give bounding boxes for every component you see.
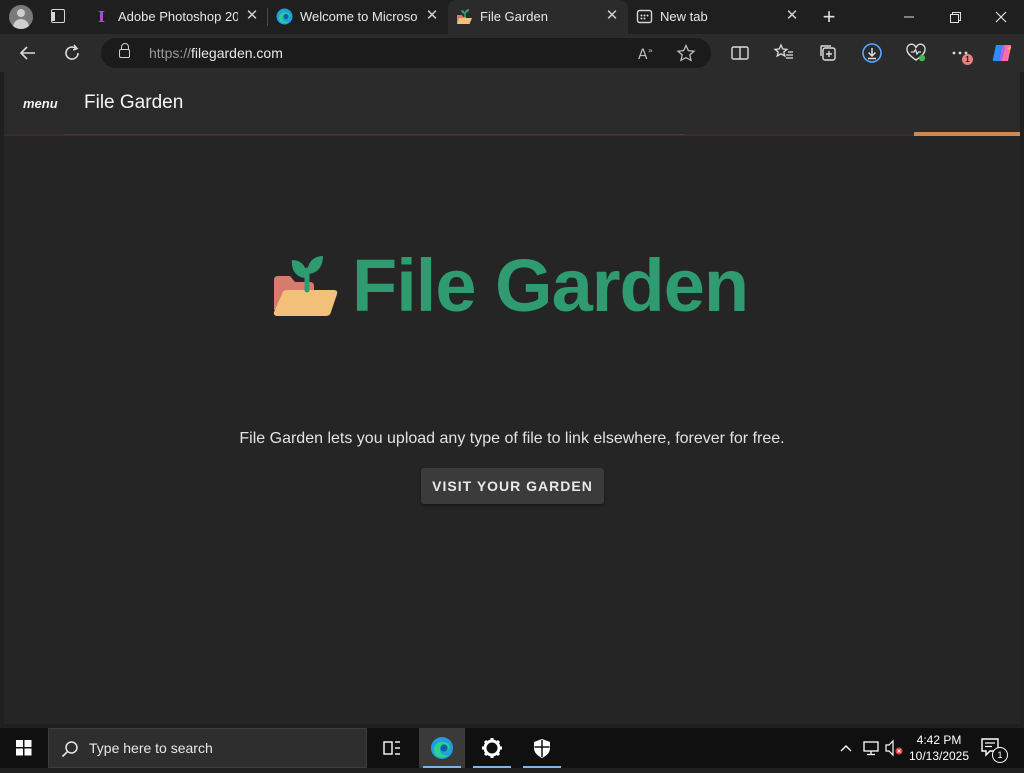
tab-microsoft[interactable]: Welcome to Microsoft ✕ [268,0,448,34]
header-divider [4,134,1020,136]
windows-taskbar: Type here to search 4:42 PM 10/13/2025 1 [0,728,1024,768]
edge-icon [431,737,453,759]
logo-wordmark: File Garden [352,244,749,327]
clock-date: 10/13/2025 [908,749,970,763]
close-tab-icon[interactable]: ✕ [424,8,440,24]
browser-essentials-icon[interactable] [904,41,928,65]
tab-photoshop[interactable]: I Adobe Photoshop 202 ✕ [86,0,268,34]
folder-sprout-logo-icon [273,256,338,316]
tagline-text: File Garden lets you upload any type of … [239,430,785,447]
downloads-icon[interactable] [860,41,884,65]
search-icon [61,741,78,758]
shield-icon [534,739,550,758]
taskbar-settings-button[interactable] [469,728,515,768]
adobe-i-icon: I [94,8,111,25]
gear-icon [482,738,502,758]
profile-avatar-icon[interactable] [9,5,33,29]
url-text[interactable]: https://filegarden.com [149,45,283,61]
volume-muted-icon[interactable] [884,739,904,757]
favorites-icon[interactable] [772,41,796,65]
taskbar-edge-button[interactable] [419,728,465,768]
tab-file-garden[interactable]: File Garden ✕ [448,0,628,34]
taskbar-search-box[interactable]: Type here to search [48,728,367,768]
svg-text:A: A [638,47,648,62]
site-header: menu File Garden [4,72,1020,134]
close-icon [995,11,1007,23]
refresh-icon[interactable] [60,41,84,65]
address-bar[interactable]: https://filegarden.com A » [101,38,711,68]
svg-text:»: » [648,46,653,55]
close-tab-icon[interactable]: ✕ [244,8,260,24]
task-view-icon [383,741,400,755]
loading-progress-bar [914,132,1020,136]
settings-more-button[interactable]: 1 [948,41,973,65]
tab-title: New tab [660,9,708,24]
tab-title: File Garden [480,9,548,24]
action-center-button[interactable]: 1 [980,737,1008,763]
tab-title: Adobe Photoshop 202 [118,9,238,24]
notification-badge: 1 [962,54,973,65]
close-tab-icon[interactable]: ✕ [604,8,620,24]
start-button[interactable] [0,728,48,768]
restore-icon [950,12,961,23]
tab-strip: I Adobe Photoshop 202 ✕ Welcome to Micro… [0,0,1024,34]
back-arrow-icon[interactable] [16,41,40,65]
file-garden-logo: File Garden [270,242,770,332]
lock-icon[interactable] [119,43,130,58]
network-icon[interactable] [862,739,880,757]
browser-toolbar: https://filegarden.com A » 1 [0,34,1024,72]
minimize-button[interactable] [886,0,932,34]
search-placeholder: Type here to search [89,740,213,756]
svg-text:I: I [98,8,105,25]
collections-icon[interactable] [816,41,840,65]
windows-logo-icon [16,740,32,756]
split-screen-icon[interactable] [728,41,752,65]
minimize-icon [904,16,914,18]
site-title-link[interactable]: File Garden [84,92,183,114]
chevron-up-icon[interactable] [838,740,854,756]
file-garden-icon [457,9,472,24]
notification-count-badge: 1 [992,747,1008,763]
menu-button[interactable]: menu [23,96,58,111]
new-tab-icon [636,9,653,24]
page-content: menu File Garden File Garden File Garden… [4,72,1020,724]
tab-title: Welcome to Microsoft [300,9,418,24]
close-window-button[interactable] [978,0,1024,34]
taskbar-security-button[interactable] [519,728,565,768]
new-tab-button[interactable]: + [819,6,839,28]
tab-actions-icon[interactable] [51,9,65,23]
visit-your-garden-button[interactable]: VISIT YOUR GARDEN [421,468,604,504]
task-view-button[interactable] [369,728,415,768]
copilot-icon[interactable] [990,41,1014,65]
close-tab-icon[interactable]: ✕ [784,8,800,24]
read-aloud-icon[interactable]: A » [637,44,657,62]
restore-button[interactable] [932,0,978,34]
clock-time: 4:42 PM [916,733,962,747]
edge-icon [276,8,293,25]
tab-new-tab[interactable]: New tab ✕ [628,0,808,34]
clock[interactable]: 4:42 PM 10/13/2025 [905,732,973,764]
favorite-star-icon[interactable] [676,44,696,62]
